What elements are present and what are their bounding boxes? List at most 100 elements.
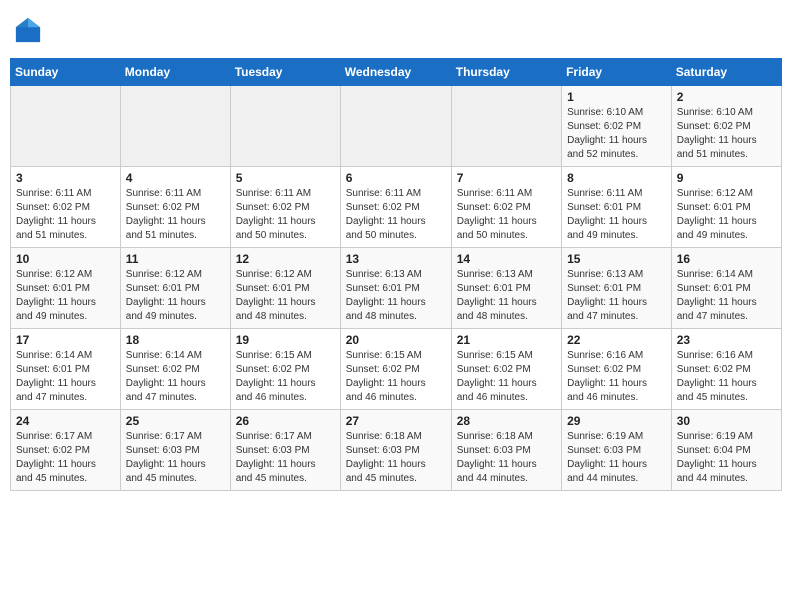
day-info: Sunrise: 6:12 AM Sunset: 6:01 PM Dayligh…	[236, 268, 335, 324]
calendar-cell: 6 Sunrise: 6:11 AM Sunset: 6:02 PM Daylig…	[340, 167, 451, 248]
calendar-cell: 13 Sunrise: 6:13 AM Sunset: 6:01 PM Dayli…	[340, 248, 451, 329]
day-number: 19	[236, 333, 335, 347]
week-row-4: 17 Sunrise: 6:14 AM Sunset: 6:01 PM Dayli…	[11, 329, 782, 410]
day-info: Sunrise: 6:12 AM Sunset: 6:01 PM Dayligh…	[677, 187, 776, 243]
day-info: Sunrise: 6:13 AM Sunset: 6:01 PM Dayligh…	[567, 268, 666, 324]
calendar-cell: 28 Sunrise: 6:18 AM Sunset: 6:03 PM Dayli…	[451, 410, 561, 491]
day-info: Sunrise: 6:15 AM Sunset: 6:02 PM Dayligh…	[346, 349, 446, 405]
col-header-thursday: Thursday	[451, 59, 561, 86]
calendar-cell	[230, 86, 340, 167]
day-info: Sunrise: 6:16 AM Sunset: 6:02 PM Dayligh…	[677, 349, 776, 405]
day-info: Sunrise: 6:11 AM Sunset: 6:02 PM Dayligh…	[16, 187, 115, 243]
day-info: Sunrise: 6:14 AM Sunset: 6:02 PM Dayligh…	[126, 349, 225, 405]
day-number: 14	[457, 252, 556, 266]
calendar-cell: 1 Sunrise: 6:10 AM Sunset: 6:02 PM Daylig…	[562, 86, 672, 167]
calendar-cell: 26 Sunrise: 6:17 AM Sunset: 6:03 PM Dayli…	[230, 410, 340, 491]
day-number: 4	[126, 171, 225, 185]
page-header	[10, 10, 782, 50]
day-info: Sunrise: 6:17 AM Sunset: 6:03 PM Dayligh…	[126, 430, 225, 486]
day-number: 23	[677, 333, 776, 347]
day-number: 2	[677, 90, 776, 104]
day-info: Sunrise: 6:14 AM Sunset: 6:01 PM Dayligh…	[677, 268, 776, 324]
calendar-cell: 8 Sunrise: 6:11 AM Sunset: 6:01 PM Daylig…	[562, 167, 672, 248]
day-number: 21	[457, 333, 556, 347]
calendar-cell: 14 Sunrise: 6:13 AM Sunset: 6:01 PM Dayli…	[451, 248, 561, 329]
calendar-cell: 12 Sunrise: 6:12 AM Sunset: 6:01 PM Dayli…	[230, 248, 340, 329]
day-number: 8	[567, 171, 666, 185]
day-info: Sunrise: 6:13 AM Sunset: 6:01 PM Dayligh…	[457, 268, 556, 324]
calendar-cell: 11 Sunrise: 6:12 AM Sunset: 6:01 PM Dayli…	[120, 248, 230, 329]
calendar-cell: 20 Sunrise: 6:15 AM Sunset: 6:02 PM Dayli…	[340, 329, 451, 410]
calendar-body: 1 Sunrise: 6:10 AM Sunset: 6:02 PM Daylig…	[11, 86, 782, 491]
day-info: Sunrise: 6:19 AM Sunset: 6:03 PM Dayligh…	[567, 430, 666, 486]
week-row-2: 3 Sunrise: 6:11 AM Sunset: 6:02 PM Daylig…	[11, 167, 782, 248]
day-info: Sunrise: 6:11 AM Sunset: 6:01 PM Dayligh…	[567, 187, 666, 243]
col-header-friday: Friday	[562, 59, 672, 86]
day-info: Sunrise: 6:15 AM Sunset: 6:02 PM Dayligh…	[236, 349, 335, 405]
col-header-tuesday: Tuesday	[230, 59, 340, 86]
day-number: 28	[457, 414, 556, 428]
calendar-cell: 5 Sunrise: 6:11 AM Sunset: 6:02 PM Daylig…	[230, 167, 340, 248]
day-info: Sunrise: 6:10 AM Sunset: 6:02 PM Dayligh…	[567, 106, 666, 162]
day-info: Sunrise: 6:17 AM Sunset: 6:03 PM Dayligh…	[236, 430, 335, 486]
calendar-cell: 16 Sunrise: 6:14 AM Sunset: 6:01 PM Dayli…	[671, 248, 781, 329]
day-number: 13	[346, 252, 446, 266]
day-number: 1	[567, 90, 666, 104]
day-number: 27	[346, 414, 446, 428]
day-info: Sunrise: 6:18 AM Sunset: 6:03 PM Dayligh…	[457, 430, 556, 486]
logo-icon	[14, 16, 42, 44]
day-info: Sunrise: 6:12 AM Sunset: 6:01 PM Dayligh…	[16, 268, 115, 324]
day-info: Sunrise: 6:11 AM Sunset: 6:02 PM Dayligh…	[457, 187, 556, 243]
calendar-cell: 17 Sunrise: 6:14 AM Sunset: 6:01 PM Dayli…	[11, 329, 121, 410]
calendar-cell: 15Sunrise: 6:13 AM Sunset: 6:01 PM Dayli…	[562, 248, 672, 329]
day-number: 7	[457, 171, 556, 185]
day-number: 11	[126, 252, 225, 266]
calendar-cell: 7 Sunrise: 6:11 AM Sunset: 6:02 PM Daylig…	[451, 167, 561, 248]
day-number: 26	[236, 414, 335, 428]
day-info: Sunrise: 6:18 AM Sunset: 6:03 PM Dayligh…	[346, 430, 446, 486]
calendar-cell	[340, 86, 451, 167]
calendar-cell: 30Sunrise: 6:19 AM Sunset: 6:04 PM Dayli…	[671, 410, 781, 491]
calendar-cell	[11, 86, 121, 167]
day-number: 22	[567, 333, 666, 347]
day-info: Sunrise: 6:16 AM Sunset: 6:02 PM Dayligh…	[567, 349, 666, 405]
day-number: 25	[126, 414, 225, 428]
day-number: 16	[677, 252, 776, 266]
calendar-cell: 23 Sunrise: 6:16 AM Sunset: 6:02 PM Dayli…	[671, 329, 781, 410]
calendar-cell: 18 Sunrise: 6:14 AM Sunset: 6:02 PM Dayli…	[120, 329, 230, 410]
day-number: 6	[346, 171, 446, 185]
calendar-cell: 2 Sunrise: 6:10 AM Sunset: 6:02 PM Daylig…	[671, 86, 781, 167]
day-number: 24	[16, 414, 115, 428]
day-info: Sunrise: 6:12 AM Sunset: 6:01 PM Dayligh…	[126, 268, 225, 324]
day-info: Sunrise: 6:11 AM Sunset: 6:02 PM Dayligh…	[236, 187, 335, 243]
calendar-cell: 10Sunrise: 6:12 AM Sunset: 6:01 PM Dayli…	[11, 248, 121, 329]
calendar-header-row: SundayMondayTuesdayWednesdayThursdayFrid…	[11, 59, 782, 86]
week-row-5: 24 Sunrise: 6:17 AM Sunset: 6:02 PM Dayli…	[11, 410, 782, 491]
day-number: 17	[16, 333, 115, 347]
day-info: Sunrise: 6:13 AM Sunset: 6:01 PM Dayligh…	[346, 268, 446, 324]
day-number: 29	[567, 414, 666, 428]
calendar-cell: 29 Sunrise: 6:19 AM Sunset: 6:03 PM Dayli…	[562, 410, 672, 491]
col-header-sunday: Sunday	[11, 59, 121, 86]
day-info: Sunrise: 6:11 AM Sunset: 6:02 PM Dayligh…	[126, 187, 225, 243]
day-number: 5	[236, 171, 335, 185]
calendar-cell: 4 Sunrise: 6:11 AM Sunset: 6:02 PM Daylig…	[120, 167, 230, 248]
calendar-cell: 27 Sunrise: 6:18 AM Sunset: 6:03 PM Dayli…	[340, 410, 451, 491]
col-header-monday: Monday	[120, 59, 230, 86]
day-number: 18	[126, 333, 225, 347]
day-info: Sunrise: 6:14 AM Sunset: 6:01 PM Dayligh…	[16, 349, 115, 405]
day-number: 3	[16, 171, 115, 185]
calendar-cell: 21Sunrise: 6:15 AM Sunset: 6:02 PM Dayli…	[451, 329, 561, 410]
calendar-cell: 3 Sunrise: 6:11 AM Sunset: 6:02 PM Daylig…	[11, 167, 121, 248]
day-info: Sunrise: 6:17 AM Sunset: 6:02 PM Dayligh…	[16, 430, 115, 486]
calendar-table: SundayMondayTuesdayWednesdayThursdayFrid…	[10, 58, 782, 491]
calendar-cell	[451, 86, 561, 167]
calendar-cell: 9Sunrise: 6:12 AM Sunset: 6:01 PM Daylig…	[671, 167, 781, 248]
day-info: Sunrise: 6:10 AM Sunset: 6:02 PM Dayligh…	[677, 106, 776, 162]
day-number: 12	[236, 252, 335, 266]
calendar-cell: 19 Sunrise: 6:15 AM Sunset: 6:02 PM Dayli…	[230, 329, 340, 410]
calendar-cell: 25 Sunrise: 6:17 AM Sunset: 6:03 PM Dayli…	[120, 410, 230, 491]
day-info: Sunrise: 6:11 AM Sunset: 6:02 PM Dayligh…	[346, 187, 446, 243]
week-row-3: 10Sunrise: 6:12 AM Sunset: 6:01 PM Dayli…	[11, 248, 782, 329]
day-number: 20	[346, 333, 446, 347]
